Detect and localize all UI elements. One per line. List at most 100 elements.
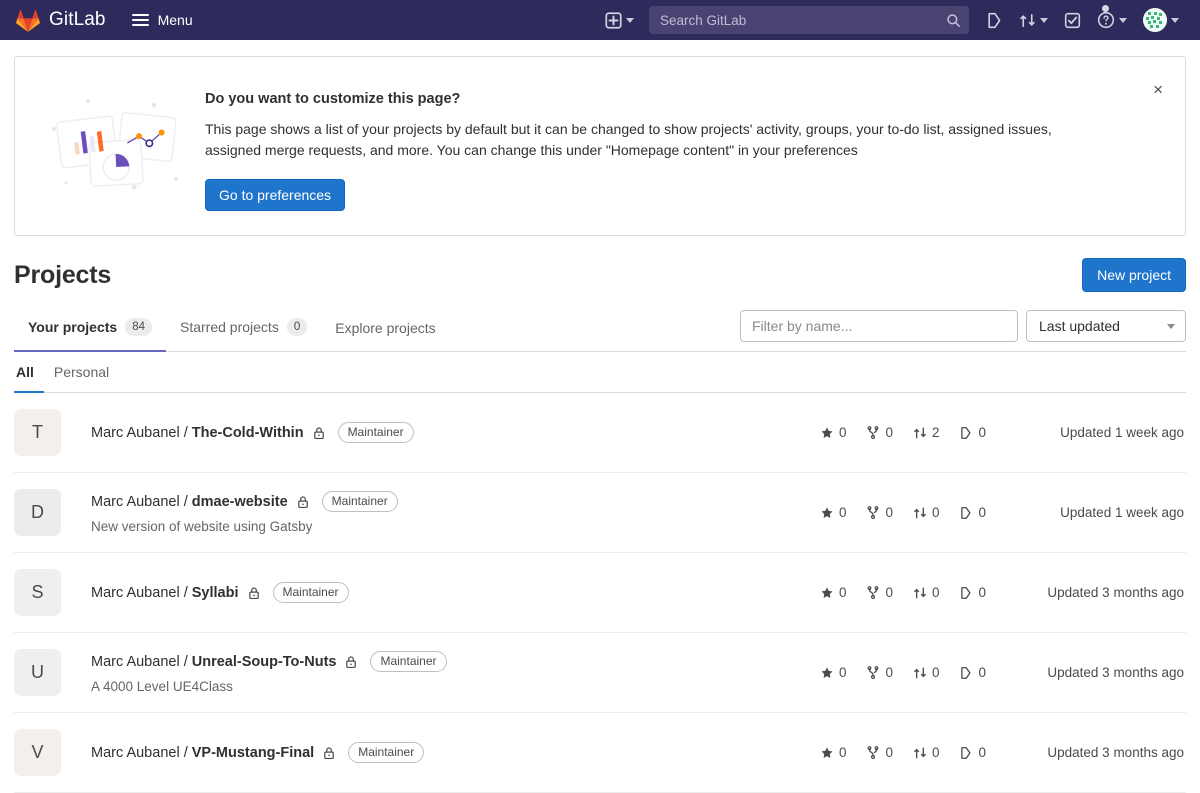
stat-issues[interactable]: 0 (959, 665, 986, 680)
navbar-right: Search GitLab (598, 0, 1186, 40)
project-description: A 4000 Level UE4Class (91, 679, 233, 694)
project-avatar: S (14, 569, 61, 616)
project-info: Marc Aubanel / Unreal-Soup-To-Nuts Maint… (61, 651, 820, 694)
todos-button[interactable] (1057, 0, 1088, 40)
project-info: Marc Aubanel / dmae-website Maintainer N… (61, 491, 820, 534)
project-avatar-initial: T (32, 422, 43, 442)
help-button[interactable] (1090, 0, 1134, 40)
merge-request-icon (914, 506, 926, 519)
search-input[interactable]: Search GitLab (649, 6, 969, 34)
project-namespace: Marc Aubanel / (91, 424, 192, 441)
go-to-preferences-button[interactable]: Go to preferences (205, 179, 346, 211)
gitlab-logo-link[interactable]: GitLab (16, 9, 106, 32)
project-path[interactable]: Marc Aubanel / The-Cold-Within (91, 424, 304, 442)
stat-value: 0 (978, 425, 986, 440)
fork-icon (868, 745, 879, 759)
banner-content: Do you want to customize this page? This… (205, 79, 1165, 211)
project-avatar-initial: D (31, 502, 44, 522)
project-info: Marc Aubanel / The-Cold-Within Maintaine… (61, 422, 820, 443)
stat-merge-requests[interactable]: 0 (913, 505, 939, 520)
main-menu-button[interactable]: Menu (131, 12, 193, 28)
stat-stars[interactable]: 0 (820, 425, 846, 440)
stat-issues[interactable]: 0 (959, 585, 986, 600)
project-title-line: Marc Aubanel / VP-Mustang-Final Maintain… (91, 742, 820, 763)
project-path[interactable]: Marc Aubanel / VP-Mustang-Final (91, 744, 314, 762)
project-namespace: Marc Aubanel / (91, 584, 192, 601)
star-icon (821, 506, 833, 518)
stat-forks[interactable]: 0 (866, 585, 893, 600)
project-stats: 0 0 (820, 425, 986, 440)
merge-request-icon (1020, 13, 1035, 27)
close-banner-button[interactable]: × (1149, 77, 1167, 102)
projects-header: Projects New project (14, 258, 1186, 306)
stat-merge-requests[interactable]: 0 (913, 745, 939, 760)
stat-forks[interactable]: 0 (866, 665, 893, 680)
project-avatar-initial: S (31, 582, 44, 602)
project-updated-time: Updated 3 months ago (1047, 585, 1184, 600)
table-row[interactable]: V Marc Aubanel / VP-Mustang-Final Mainta… (14, 713, 1186, 793)
stat-value: 0 (885, 505, 893, 520)
projects-tabs-row: Your projects 84 Starred projects 0 Expl… (14, 306, 1186, 352)
project-path[interactable]: Marc Aubanel / Unreal-Soup-To-Nuts (91, 653, 336, 671)
projects-subtabs: All Personal (14, 352, 1186, 393)
search-placeholder: Search GitLab (660, 12, 747, 28)
sort-value: Last updated (1039, 318, 1120, 334)
sort-dropdown[interactable]: Last updated (1026, 310, 1186, 342)
menu-label: Menu (157, 12, 193, 28)
chevron-down-icon (626, 17, 634, 23)
stat-issues[interactable]: 0 (959, 505, 986, 520)
stat-value: 0 (885, 665, 893, 680)
project-stats: 0 0 (820, 665, 986, 680)
table-row[interactable]: S Marc Aubanel / Syllabi Maintainer 0 0 … (14, 553, 1186, 633)
stat-forks[interactable]: 0 (866, 745, 893, 760)
stat-value: 0 (978, 585, 986, 600)
hamburger-icon (131, 14, 149, 26)
stat-value: 0 (885, 585, 893, 600)
project-updated-time: Updated 3 months ago (1047, 745, 1184, 760)
project-avatar-initial: V (31, 742, 44, 762)
tab-count: 0 (286, 318, 308, 336)
stat-merge-requests[interactable]: 0 (913, 665, 939, 680)
user-menu-button[interactable] (1136, 0, 1186, 40)
stat-issues[interactable]: 0 (959, 745, 986, 760)
status-badge: Maintainer (321, 491, 398, 512)
issues-button[interactable] (979, 0, 1010, 40)
merge-request-icon (914, 426, 926, 439)
table-row[interactable]: U Marc Aubanel / Unreal-Soup-To-Nuts Mai… (14, 633, 1186, 713)
stat-merge-requests[interactable]: 0 (913, 585, 939, 600)
star-icon (821, 426, 833, 438)
status-badge: Maintainer (370, 651, 447, 672)
stat-stars[interactable]: 0 (820, 505, 846, 520)
filter-by-name-input[interactable] (740, 310, 1018, 342)
top-navbar: GitLab Menu Search GitLab (0, 0, 1200, 40)
stat-merge-requests[interactable]: 2 (913, 425, 939, 440)
project-path[interactable]: Marc Aubanel / dmae-website (91, 493, 288, 511)
lock-icon (248, 586, 259, 599)
subtab-all[interactable]: All (14, 352, 44, 393)
stat-stars[interactable]: 0 (820, 665, 846, 680)
stat-issues[interactable]: 0 (959, 425, 986, 440)
lock-icon (324, 746, 335, 759)
stat-stars[interactable]: 0 (820, 745, 846, 760)
project-info: Marc Aubanel / Syllabi Maintainer (61, 582, 820, 603)
tab-your-projects[interactable]: Your projects 84 (14, 306, 166, 352)
tab-starred-projects[interactable]: Starred projects 0 (166, 306, 321, 352)
table-row[interactable]: T Marc Aubanel / The-Cold-Within Maintai… (14, 393, 1186, 473)
issues-icon (988, 12, 1001, 28)
stat-stars[interactable]: 0 (820, 585, 846, 600)
create-new-button[interactable] (598, 0, 641, 40)
stat-value: 0 (885, 745, 893, 760)
subtab-personal[interactable]: Personal (44, 352, 119, 393)
tab-explore-projects[interactable]: Explore projects (321, 308, 449, 352)
fork-icon (868, 425, 879, 439)
table-row[interactable]: D Marc Aubanel / dmae-website Maintainer… (14, 473, 1186, 553)
new-project-button[interactable]: New project (1082, 258, 1186, 292)
stat-forks[interactable]: 0 (866, 505, 893, 520)
merge-requests-button[interactable] (1012, 0, 1055, 40)
stat-value: 0 (978, 505, 986, 520)
banner-description: This page shows a list of your projects … (205, 121, 1052, 158)
project-updated-time: Updated 3 months ago (1047, 665, 1184, 680)
issue-icon (961, 586, 971, 599)
project-path[interactable]: Marc Aubanel / Syllabi (91, 584, 239, 602)
stat-forks[interactable]: 0 (866, 425, 893, 440)
